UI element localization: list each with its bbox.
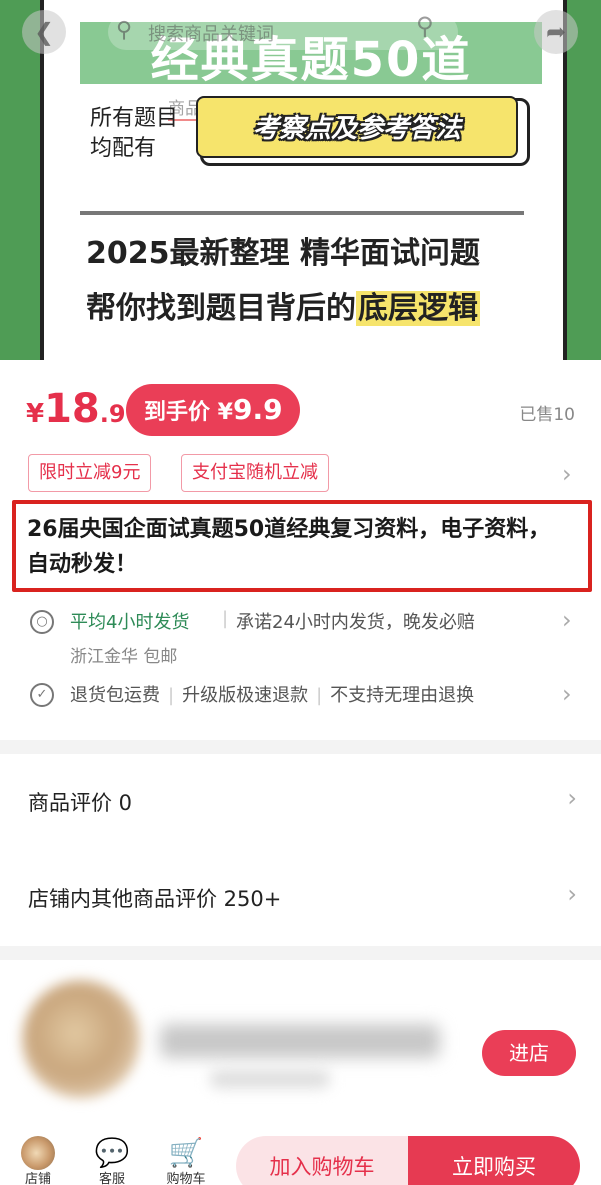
banner-slogan-1: 2025最新整理 精华面试问题 <box>86 236 480 271</box>
shop-reviews-row[interactable]: 店铺内其他商品评价 250+ › <box>0 850 601 945</box>
banner-tag-text: 考察点及参考答法 <box>252 114 461 144</box>
chevron-right-icon[interactable]: › <box>562 606 572 634</box>
enter-shop-button[interactable]: 进店 <box>482 1030 576 1076</box>
shop-reviews-label: 店铺内其他商品评价 250+ <box>28 887 282 911</box>
coupon-alipay[interactable]: 支付宝随机立减 <box>181 454 329 492</box>
guarantee-return-shipping: 退货包运费 <box>70 685 160 706</box>
bottom-shop-button[interactable]: 店铺 <box>8 1136 68 1185</box>
banner-divider <box>80 211 524 215</box>
product-image-banner[interactable]: 经典真题50道 ⚲ 搜索商品关键词 ❮ ⚲ ➦ 商品 评价 详情 推荐 所有题目… <box>0 0 601 360</box>
shop-avatar[interactable] <box>22 980 140 1098</box>
chevron-right-icon: › <box>567 784 577 812</box>
sold-count: 已售10 <box>519 405 575 425</box>
shopping-cart-icon: 🛒 <box>168 1136 204 1169</box>
chevron-right-icon[interactable]: › <box>562 460 572 488</box>
product-reviews-label: 商品评价 0 <box>28 791 133 815</box>
banner-text-line2: 均配有 <box>90 136 157 161</box>
share-icon: ➦ <box>545 18 567 46</box>
product-title: 26届央国企面试真题50道经典复习资料，电子资料，自动秒发！ <box>27 517 551 577</box>
ship-from-location: 浙江金华 包邮 <box>70 647 178 667</box>
chevron-right-icon[interactable]: › <box>562 680 572 708</box>
share-button[interactable]: ➦ <box>534 10 578 54</box>
cart-label: 购物车 <box>166 1172 206 1185</box>
cart-button[interactable]: 🛒 购物车 <box>156 1136 216 1185</box>
add-to-cart-button[interactable]: 加入购物车 <box>236 1136 408 1185</box>
shop-avatar-icon <box>21 1136 55 1170</box>
final-price-badge: 到手价 ¥9.9 <box>126 384 300 436</box>
section-gap <box>0 740 601 754</box>
buy-now-button[interactable]: 立即购买 <box>408 1136 580 1185</box>
shield-check-icon: ✓ <box>30 683 54 707</box>
product-reviews-row[interactable]: 商品评价 0 › <box>0 754 601 849</box>
chat-bubble-icon: 💬 <box>94 1136 130 1169</box>
banner-slogan-2-highlight: 底层逻辑 <box>356 291 480 326</box>
back-button[interactable]: ❮ <box>22 10 66 54</box>
search-placeholder[interactable]: 搜索商品关键词 <box>148 20 274 46</box>
original-price: ¥18.9 <box>26 386 126 432</box>
guarantee-list[interactable]: 退货包运费 | 升级版极速退款 | 不支持无理由退换 <box>70 681 474 707</box>
coupon-time-limited[interactable]: 限时立减9元 <box>28 454 152 492</box>
shipping-promise[interactable]: 承诺24小时内发货，晚发必赔 <box>236 608 475 634</box>
shipping-icon: ○ <box>30 610 54 634</box>
customer-service-label: 客服 <box>98 1172 125 1185</box>
banner-green-right <box>567 142 601 360</box>
chevron-right-icon: › <box>567 880 577 908</box>
section-gap <box>0 946 601 960</box>
guarantee-fast-refund: 升级版极速退款 <box>182 685 309 706</box>
shop-info-blurred <box>210 1070 330 1088</box>
search-icon[interactable]: ⚲ <box>416 12 434 40</box>
separator: | <box>222 608 229 629</box>
banner-slogan-2: 帮你找到题目背后的底层逻辑 <box>86 283 480 327</box>
search-icon[interactable]: ⚲ <box>116 18 132 43</box>
banner-green-left <box>0 142 40 360</box>
chevron-left-icon: ❮ <box>33 18 55 46</box>
banner-text-line1: 所有题目 <box>90 106 179 131</box>
banner-slogan-2-prefix: 帮你找到题目背后的 <box>86 291 356 326</box>
bottom-shop-label: 店铺 <box>24 1172 51 1185</box>
customer-service-button[interactable]: 💬 客服 <box>82 1136 142 1185</box>
shipping-speed[interactable]: 平均4小时发货 <box>70 608 189 634</box>
shop-name-blurred <box>160 1024 440 1058</box>
guarantee-no-free-return: 不支持无理由退换 <box>330 685 475 706</box>
